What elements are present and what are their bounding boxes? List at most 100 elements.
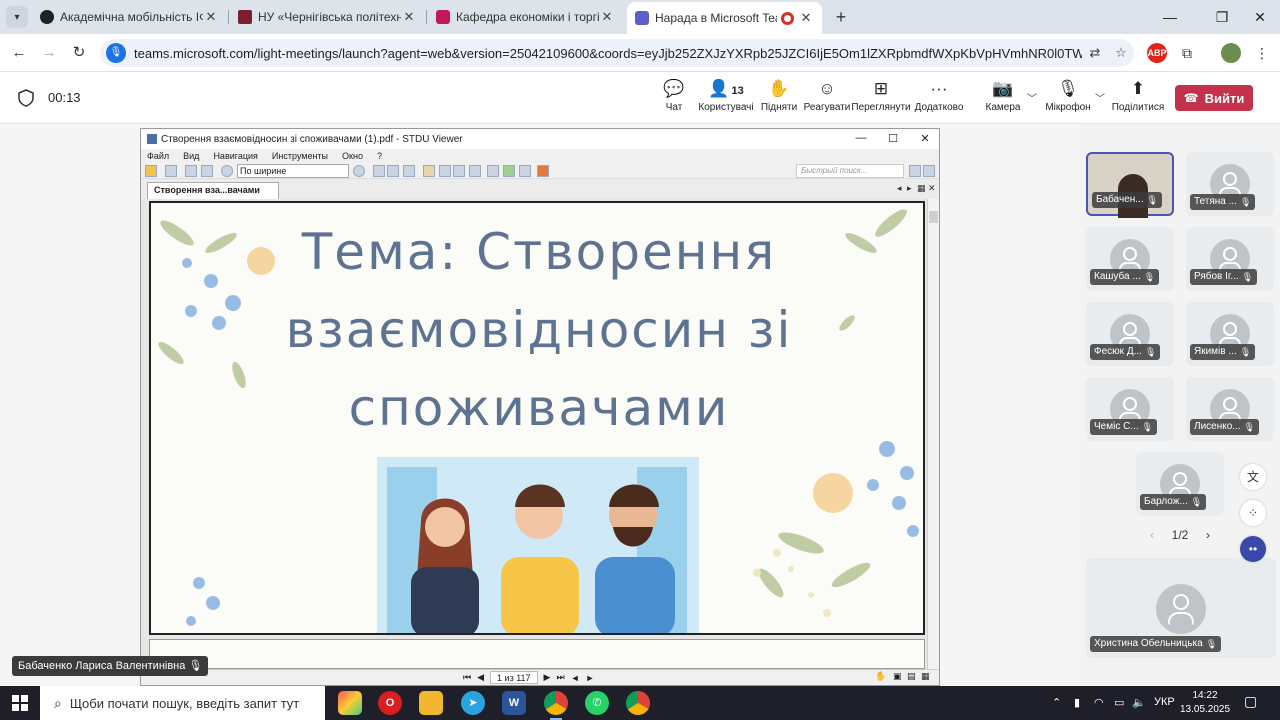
pages-icon[interactable] xyxy=(519,165,531,177)
grid-page-view-icon[interactable]: ▦ xyxy=(921,671,930,682)
next-page-icon[interactable]: ▶ xyxy=(544,672,551,683)
camera-button[interactable]: 📷 Камера xyxy=(986,78,1021,120)
copilot-app-icon[interactable] xyxy=(338,691,362,715)
menu-view[interactable]: Вид xyxy=(183,151,199,161)
forward-icon[interactable]: → xyxy=(38,42,60,64)
url-text[interactable]: teams.microsoft.com/light-meetings/launc… xyxy=(134,46,1082,61)
close-tab-icon[interactable]: ✕ xyxy=(599,9,615,25)
paste-icon[interactable] xyxy=(201,165,213,177)
translate-icon[interactable]: ⇄ xyxy=(1082,45,1108,61)
viewer-maximize-icon[interactable]: ☐ xyxy=(883,132,903,145)
rotate-icon[interactable] xyxy=(469,165,481,177)
minimize-icon[interactable]: — xyxy=(1148,4,1192,30)
print-icon[interactable] xyxy=(165,165,177,177)
copy-icon[interactable] xyxy=(185,165,197,177)
participant-tile[interactable]: Кашуба ... 🎙 xyxy=(1086,227,1174,291)
show-hidden-icons-chevron-icon[interactable]: ⌃ xyxy=(1052,696,1061,709)
apps-side-icon[interactable]: ⁘ xyxy=(1240,500,1266,526)
last-page-icon[interactable]: ⏭ xyxy=(556,672,564,683)
whatsapp-app-icon[interactable]: ✆ xyxy=(585,691,609,715)
bookmark-star-icon[interactable]: ☆ xyxy=(1108,45,1134,61)
translate-side-icon[interactable]: 文 xyxy=(1240,464,1266,490)
menu-window[interactable]: Окно xyxy=(342,151,363,161)
menu-help[interactable]: ? xyxy=(377,151,382,161)
menu-file[interactable]: Файл xyxy=(147,151,169,161)
chrome-app-icon[interactable] xyxy=(544,691,568,720)
find-icon[interactable] xyxy=(487,165,499,177)
participant-tile[interactable]: Тетяна ... 🎙 xyxy=(1186,152,1274,216)
gallery-next-chevron-icon[interactable]: › xyxy=(1206,528,1210,542)
page-number-input[interactable]: 1 из 117 xyxy=(490,671,538,684)
tab-scroll-left-icon[interactable]: ◂ xyxy=(897,183,902,194)
word-app-icon[interactable]: W xyxy=(502,691,526,715)
gallery-prev-chevron-icon[interactable]: ‹ xyxy=(1150,528,1154,542)
people-button[interactable]: 👤 13 Користувачі xyxy=(698,78,753,120)
tab-search-button[interactable]: ▾ xyxy=(6,6,28,28)
participant-tile[interactable]: Лисенко... 🎙 xyxy=(1186,377,1274,441)
zoom-in-icon[interactable] xyxy=(353,165,365,177)
microphone-icon[interactable]: 🎙 xyxy=(106,43,126,63)
two-page-view-icon[interactable]: ▤ xyxy=(907,671,916,682)
tab-academic-mobility[interactable]: Академічна мобільність ІФНТУ ✕ xyxy=(32,4,227,30)
bookmark-tool-icon[interactable] xyxy=(537,165,549,177)
tab-chernihiv-polytechnic[interactable]: НУ «Чернігівська політехніка» ✕ xyxy=(230,4,425,30)
telegram-app-icon[interactable]: ➤ xyxy=(461,691,485,715)
fit-height-icon[interactable] xyxy=(403,165,415,177)
new-tab-button[interactable]: + xyxy=(830,6,852,28)
back-icon[interactable]: ← xyxy=(8,42,30,64)
reload-icon[interactable]: ↻ xyxy=(68,42,90,64)
wifi-icon[interactable]: ◠ xyxy=(1094,696,1104,709)
participant-tile[interactable]: Рябов Іг... 🎙 xyxy=(1186,227,1274,291)
fit-page-icon[interactable] xyxy=(373,165,385,177)
viewer-minimize-icon[interactable]: — xyxy=(851,132,871,144)
fit-width-icon[interactable] xyxy=(387,165,399,177)
close-tab-icon[interactable]: ✕ xyxy=(798,10,814,26)
chrome-profile-app-icon[interactable] xyxy=(626,691,650,715)
first-page-icon[interactable]: ⏮ xyxy=(463,672,471,683)
tab-list-icon[interactable]: ▦ xyxy=(917,183,926,194)
tab-teams-meeting[interactable]: Нарада в Microsoft Teams | ✕ xyxy=(627,2,822,34)
viewer-vertical-scrollbar[interactable] xyxy=(927,199,939,669)
view-button[interactable]: ⊞ Переглянути xyxy=(851,78,910,120)
copilot-side-icon[interactable]: •• xyxy=(1240,536,1266,562)
volume-icon[interactable]: 🔈 xyxy=(1132,696,1146,709)
close-window-icon[interactable]: ✕ xyxy=(1238,4,1280,30)
share-button[interactable]: ⬆ Поділитися xyxy=(1112,78,1165,120)
document-area[interactable]: Тема: Створення взаємовідносин зі спожив… xyxy=(141,199,939,669)
viewer-close-icon[interactable]: ✕ xyxy=(915,132,935,145)
open-folder-icon[interactable] xyxy=(145,165,157,177)
windows-start-icon[interactable] xyxy=(12,695,28,711)
back-forward-icon[interactable] xyxy=(503,165,515,177)
search-prev-icon[interactable] xyxy=(909,165,921,177)
scrollbar-thumb[interactable] xyxy=(929,211,938,223)
hand-tool-icon[interactable] xyxy=(423,165,435,177)
select-text-icon[interactable] xyxy=(439,165,451,177)
battery-icon[interactable]: ▭ xyxy=(1114,696,1124,709)
zoom-select[interactable]: По ширине xyxy=(237,164,349,178)
usb-icon[interactable]: ▮ xyxy=(1074,696,1080,709)
participant-tile[interactable]: Барлож... 🎙 xyxy=(1136,452,1224,516)
zoom-out-icon[interactable] xyxy=(221,165,233,177)
microphone-button[interactable]: 🎙 Мікрофон xyxy=(1045,78,1090,120)
participant-tile[interactable]: Якимів ... 🎙 xyxy=(1186,302,1274,366)
extensions-puzzle-icon[interactable]: ⧉ xyxy=(1177,43,1197,63)
quick-search-input[interactable]: Быстрый поиск... xyxy=(796,164,904,178)
participant-tile[interactable]: Фесюк Д... 🎙 xyxy=(1086,302,1174,366)
hand-mode-icon[interactable]: ✋ xyxy=(875,671,886,682)
close-tab-icon[interactable]: ✕ xyxy=(203,9,219,25)
history-back-icon[interactable]: ◄ xyxy=(571,673,580,683)
history-forward-icon[interactable]: ► xyxy=(586,673,595,683)
adblock-extension-icon[interactable]: ABP xyxy=(1147,43,1167,63)
close-document-icon[interactable]: ✕ xyxy=(928,183,936,194)
menu-navigation[interactable]: Навигация xyxy=(213,151,257,161)
participant-tile[interactable]: Бабачен... 🎙 xyxy=(1086,152,1174,218)
file-explorer-icon[interactable] xyxy=(419,691,443,715)
leave-button[interactable]: ☎ Вийти xyxy=(1175,85,1253,111)
more-button[interactable]: ··· Додатково xyxy=(915,78,964,120)
browser-menu-icon[interactable]: ⋮ xyxy=(1252,43,1272,63)
taskbar-search-box[interactable]: ⌕ Щоби почати пошук, введіть запит тут xyxy=(40,686,325,720)
camera-options-chevron-icon[interactable]: ﹀ xyxy=(1027,90,1037,105)
participant-tile[interactable]: Чеміс С... 🎙 xyxy=(1086,377,1174,441)
opera-app-icon[interactable]: O xyxy=(378,691,402,715)
document-tab[interactable]: Створення вза...вачами (1).pdf xyxy=(147,182,279,210)
